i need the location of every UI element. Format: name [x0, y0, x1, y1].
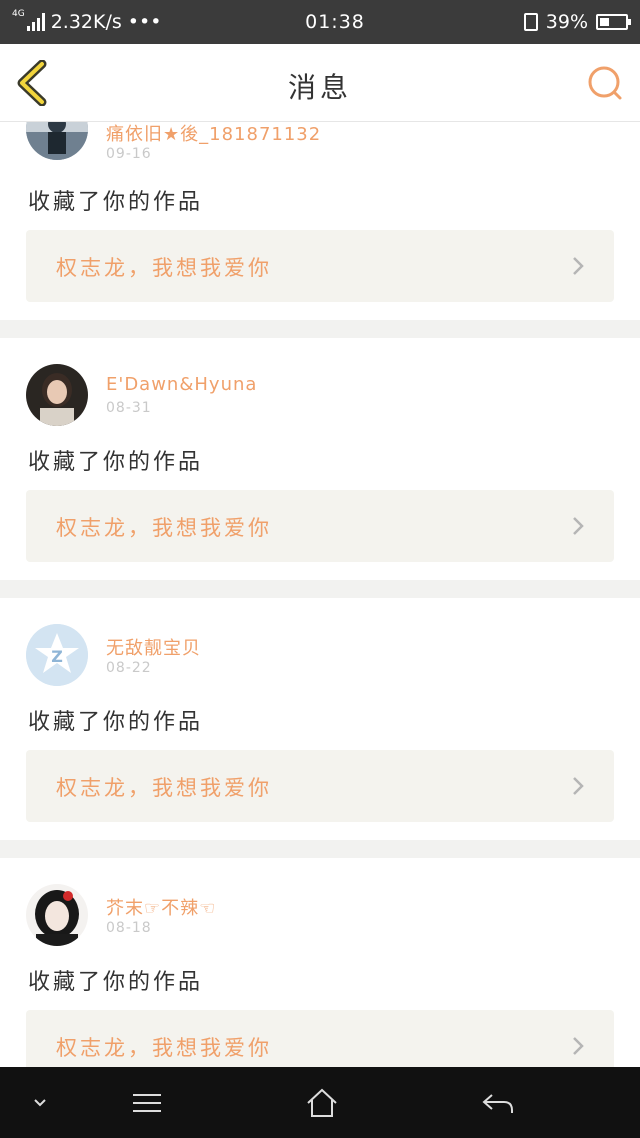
- work-title: 权志龙，我想我爱你: [56, 776, 272, 800]
- message-action: 收藏了你的作品: [28, 450, 204, 475]
- menu-icon: [133, 1093, 161, 1112]
- page-title: 消息: [287, 71, 352, 104]
- message-action: 收藏了你的作品: [28, 970, 204, 995]
- work-link[interactable]: 权志龙，我想我爱你: [26, 1010, 614, 1067]
- battery-icon: [596, 14, 631, 30]
- message-action: 收藏了你的作品: [28, 710, 204, 735]
- message-card: 芥末☞不辣☜ 08-18 收藏了你的作品 权志龙，我想我爱你: [0, 858, 640, 1067]
- battery-fill: [600, 18, 609, 26]
- chevron-right-icon: [573, 777, 584, 795]
- vibrate-icon: [523, 13, 538, 31]
- user-name[interactable]: 芥末☞不辣☜: [106, 894, 216, 920]
- search-button[interactable]: [586, 64, 624, 102]
- photo-avatar-icon: [26, 122, 88, 160]
- work-title: 权志龙，我想我爱你: [56, 256, 272, 280]
- app-header: 消息: [0, 44, 640, 122]
- network-speed: 2.32K/s: [50, 11, 122, 33]
- work-title: 权志龙，我想我爱你: [56, 1036, 272, 1060]
- message-card: Z 无敌靓宝贝 08-22 收藏了你的作品 权志龙，我想我爱你: [0, 598, 640, 840]
- return-icon: [482, 1093, 513, 1113]
- photo-avatar-icon: [26, 364, 88, 426]
- work-link[interactable]: 权志龙，我想我爱你: [26, 230, 614, 302]
- user-avatar[interactable]: [26, 884, 88, 946]
- work-title: 权志龙，我想我爱你: [56, 516, 272, 540]
- chevron-down-icon: [34, 1098, 46, 1106]
- work-link[interactable]: 权志龙，我想我爱你: [26, 490, 614, 562]
- message-date: 08-18: [106, 920, 152, 936]
- status-right: 39%: [468, 11, 631, 33]
- user-avatar[interactable]: [26, 122, 88, 160]
- svg-text:Z: Z: [51, 647, 63, 666]
- status-time: 01:38: [305, 11, 365, 33]
- message-date: 09-16: [106, 146, 152, 162]
- menu-button[interactable]: [107, 1067, 187, 1138]
- message-list[interactable]: 痛依旧★後_181871132 09-16 收藏了你的作品 权志龙，我想我爱你 …: [0, 122, 640, 1067]
- chevron-right-icon: [573, 517, 584, 535]
- message-date: 08-22: [106, 660, 152, 676]
- network-type: 4G: [12, 9, 25, 19]
- work-link[interactable]: 权志龙，我想我爱你: [26, 750, 614, 822]
- message-card: E'Dawn&Hyuna 08-31 收藏了你的作品 权志龙，我想我爱你: [0, 338, 640, 580]
- battery-percent: 39%: [545, 11, 588, 33]
- chevron-right-icon: [573, 257, 584, 275]
- user-avatar[interactable]: Z: [26, 624, 88, 686]
- home-button[interactable]: [282, 1067, 362, 1138]
- user-name[interactable]: 痛依旧★後_181871132: [106, 122, 321, 146]
- user-name[interactable]: 无敌靓宝贝: [106, 634, 201, 660]
- chevron-right-icon: [573, 1037, 584, 1055]
- hide-nav-button[interactable]: [0, 1067, 80, 1138]
- message-card: 痛依旧★後_181871132 09-16 收藏了你的作品 权志龙，我想我爱你: [0, 122, 640, 320]
- user-avatar[interactable]: [26, 364, 88, 426]
- qq-zone-icon: Z: [26, 624, 88, 686]
- home-icon: [307, 1088, 337, 1117]
- illustration-avatar-icon: [26, 884, 88, 946]
- system-nav-bar: [0, 1067, 640, 1138]
- user-name[interactable]: E'Dawn&Hyuna: [106, 374, 257, 395]
- more-notifications: •••: [127, 11, 162, 33]
- signal-icon: [26, 13, 45, 31]
- message-action: 收藏了你的作品: [28, 190, 204, 215]
- message-date: 08-31: [106, 400, 152, 416]
- search-icon: [588, 66, 622, 100]
- back-nav-button[interactable]: [458, 1067, 538, 1138]
- status-bar: 4G 2.32K/s ••• 01:38 39%: [0, 0, 640, 44]
